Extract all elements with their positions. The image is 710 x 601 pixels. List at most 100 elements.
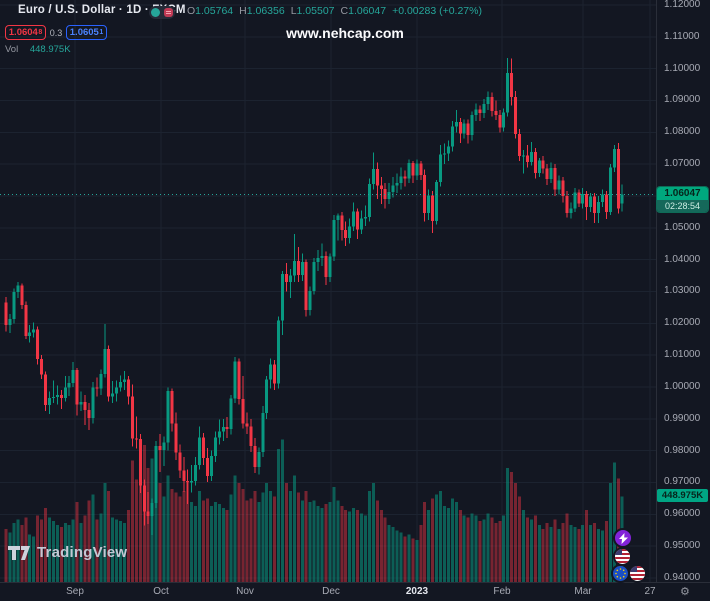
price-tick-label: 1.07000 [664,158,700,169]
time-tick-label: 2023 [406,586,428,597]
buy-button[interactable]: 1.06051 [66,25,107,40]
candle-body [403,177,406,179]
volume-bar [103,483,106,582]
volume-bar [435,495,438,582]
price-tick-label: 1.01000 [664,349,700,360]
open-label: O [187,5,195,17]
volume-axis-badge: 448.975K [657,489,708,502]
time-tick-label: 27 [644,586,655,597]
candle-body [621,194,624,203]
candle-body [597,202,600,213]
candle-body [475,110,478,115]
tradingview-logo[interactable]: TradingView [8,544,127,561]
sell-button[interactable]: 1.06048 [5,25,46,40]
eu-flag-icon [613,566,628,581]
high-label: H [239,5,247,17]
volume-bar [313,500,316,582]
candle-body [226,427,229,429]
volume-bar [269,491,272,582]
price-tick-label: 1.10000 [664,63,700,74]
time-tick-label: Nov [236,586,254,597]
candle-body [577,192,580,203]
time-tick-label: Dec [322,586,340,597]
volume-bar [407,535,410,583]
candle-body [293,261,296,275]
price-tick-label: 1.12000 [664,0,700,10]
market-status-toggle[interactable] [149,6,175,19]
us-flag-marker-icon[interactable] [613,547,632,566]
chart-canvas[interactable] [0,0,710,600]
volume-bar [364,516,367,583]
candle-body [447,146,450,153]
candle-body [459,122,462,133]
candle-body [257,452,260,467]
volume-bar [273,497,276,583]
volume-bar [281,440,284,583]
price-tick-label: 1.04000 [664,254,700,265]
volume-bar [577,529,580,582]
volume-bar [265,483,268,582]
volume-bar [423,502,426,582]
volume-bar [589,525,592,582]
volume-bar [403,536,406,582]
us-flag-icon [630,566,645,581]
candle-body [242,399,245,424]
volume-bar [198,491,201,582]
volume-bar [372,483,375,582]
close-value: 1.06047 [348,5,386,17]
candle-body [123,379,126,382]
volume-bar [76,502,79,582]
volume-bar [561,523,564,582]
bid-price: 1.0604 [9,27,38,38]
candle-body [617,149,620,209]
candle-body [601,194,604,202]
volume-bar [194,506,197,582]
candle-body [297,261,300,275]
volume-bar [159,483,162,582]
price-tick-label: 1.00000 [664,381,700,392]
volume-bar [352,508,355,582]
volume-bar [518,497,521,583]
volume-value: 448.975K [30,44,71,55]
volume-bar [147,468,150,582]
time-axis[interactable]: ⚙ SepOctNovDec2023FebMar27 [0,582,710,601]
volume-bar [530,519,533,582]
candle-body [372,169,375,184]
candle-body [222,427,225,431]
volume-bar [317,506,320,582]
candle-body [281,274,284,320]
candle-body [328,256,331,277]
volume-bar [360,514,363,582]
volume-bar [415,540,418,582]
candle-body [84,402,87,410]
candle-body [214,437,217,456]
volume-bar [569,525,572,582]
volume-bar [447,508,450,582]
volume-bar [479,521,482,582]
lightning-marker-icon[interactable] [613,528,633,548]
candle-body [443,154,446,155]
volume-bar [550,527,553,582]
volume-bar [87,500,90,582]
volume-bar [411,538,414,582]
us-flag-marker-icon-2[interactable] [628,564,647,583]
candle-body [522,156,525,157]
price-tick-label: 1.09000 [664,94,700,105]
site-watermark: www.nehcap.com [245,25,445,41]
volume-bar [293,476,296,582]
candle-body [230,399,233,429]
candle-body [245,424,248,427]
candle-body [336,216,339,220]
volume-bar [242,489,245,582]
candle-body [510,73,513,97]
volume-bar [419,525,422,582]
candle-body [542,161,545,169]
candle-body [40,359,43,375]
candle-body [565,196,568,213]
gear-icon[interactable]: ⚙ [680,585,690,598]
candle-body [198,437,201,465]
volume-bar [174,493,177,582]
volume-bar [332,487,335,582]
volume-bar [289,491,292,582]
time-tick-label: Feb [493,586,510,597]
